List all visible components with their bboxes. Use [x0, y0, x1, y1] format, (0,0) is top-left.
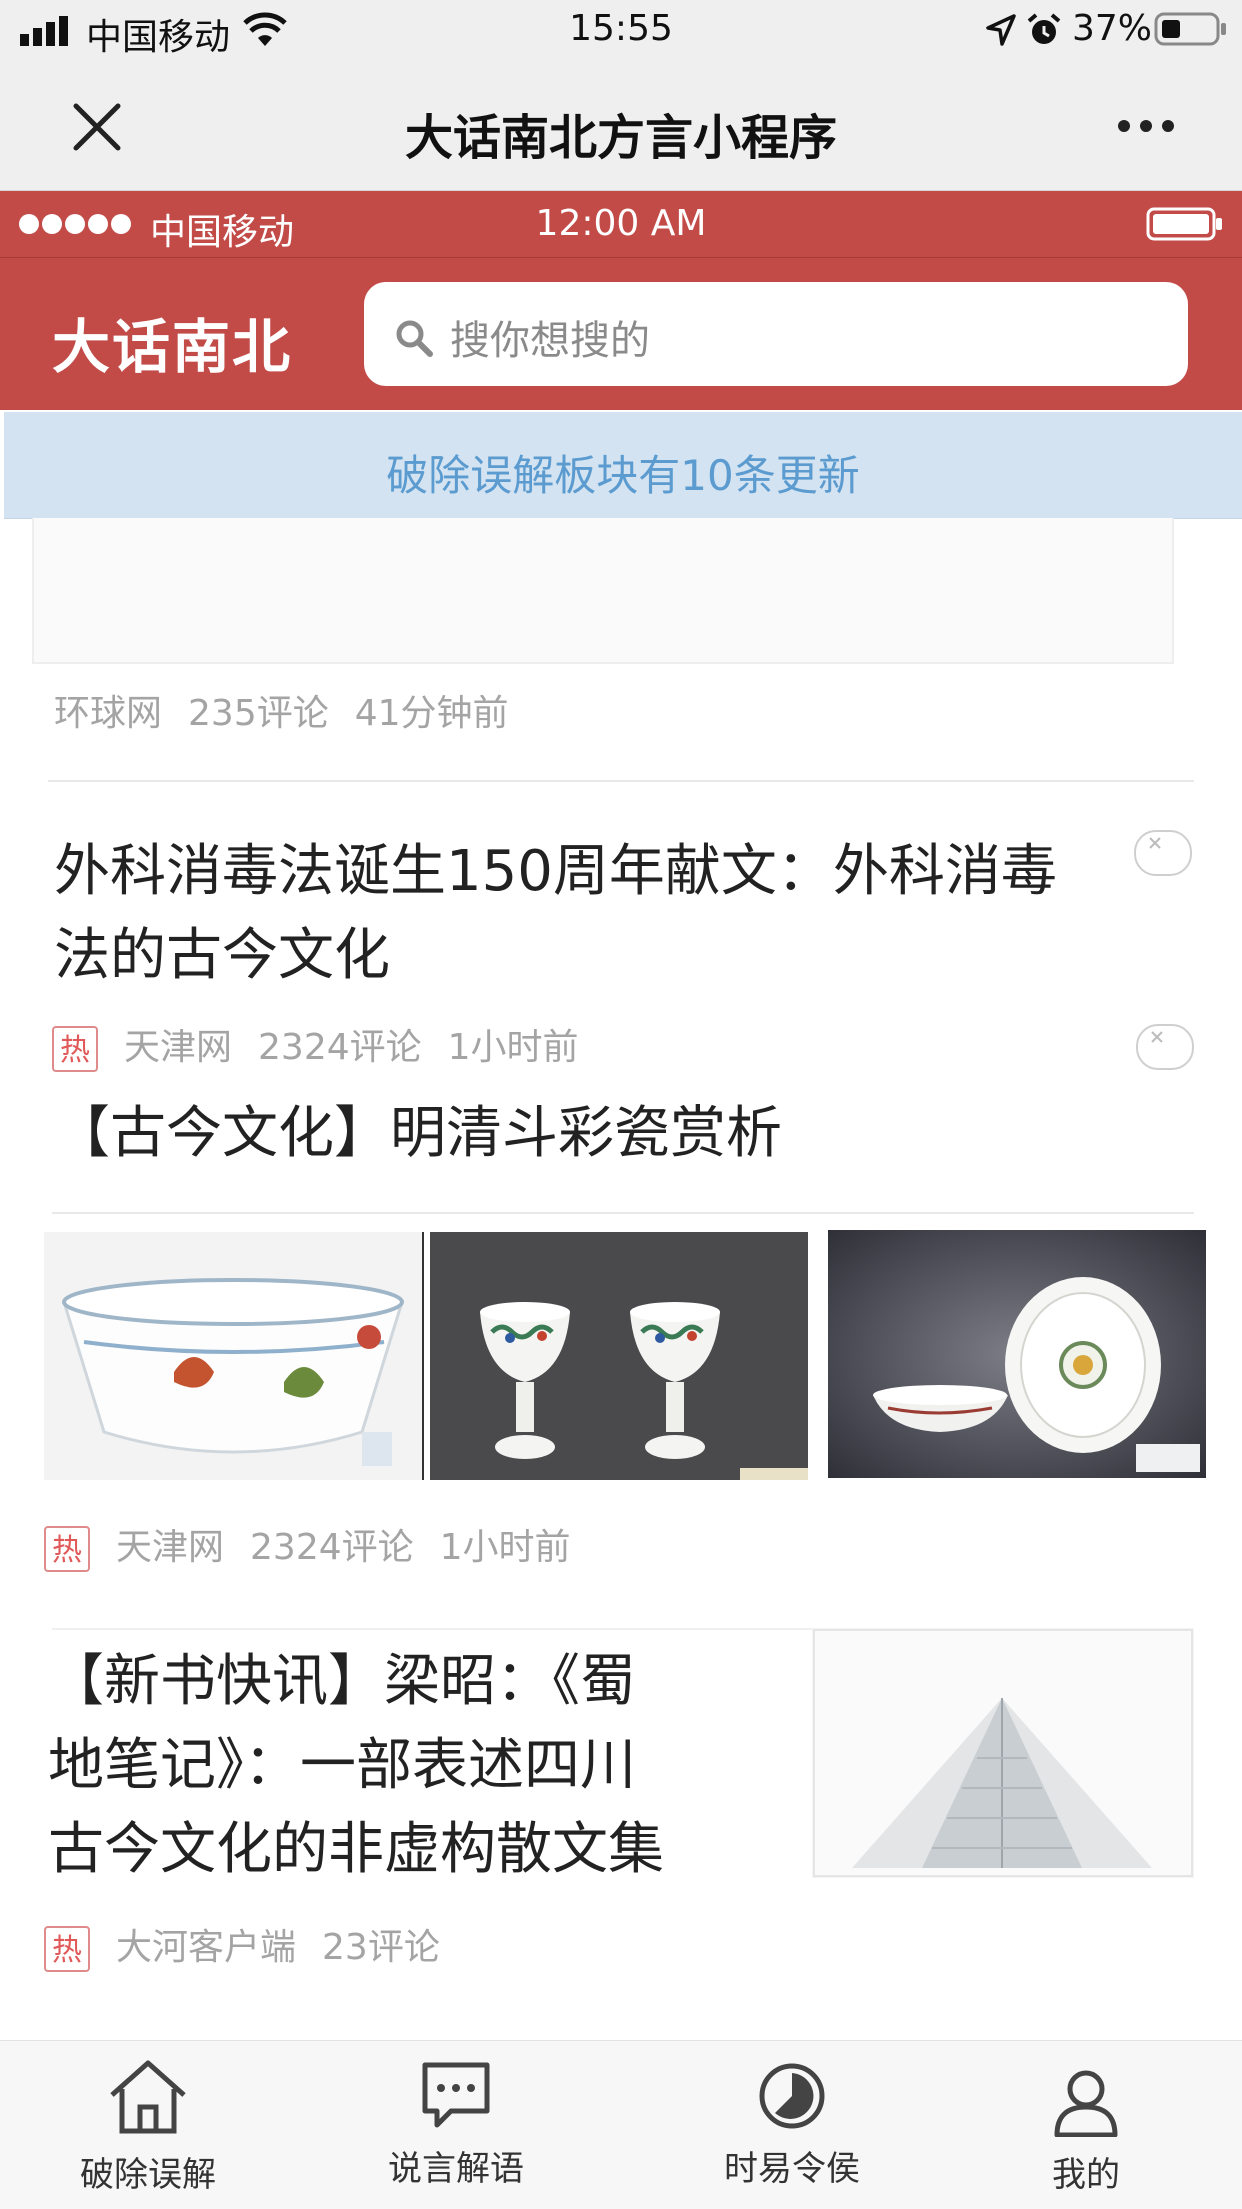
article-title-line: 【新书快讯】梁昭：《蜀 — [48, 1649, 636, 1714]
bottom-tab-bar: 破除误解 说言解语 时易令侯 我的 — [0, 2040, 1242, 2209]
article-title-line: 地笔记》：一部表述四川 — [48, 1733, 636, 1798]
porcelain-cup-image[interactable] — [44, 1232, 422, 1480]
divider — [52, 1628, 812, 1630]
search-icon — [396, 320, 433, 357]
home-icon — [110, 2060, 186, 2134]
system-status-bar: 中国移动 15:55 37% — [0, 0, 1242, 62]
article-comments: 2324评论 — [258, 1027, 422, 1068]
article-title[interactable]: 【古今文化】明清斗彩瓷赏析 — [54, 1092, 1204, 1176]
porcelain-stem-cups-image[interactable] — [430, 1232, 808, 1480]
location-arrow-icon — [986, 14, 1016, 46]
image-separator — [422, 1232, 424, 1480]
dismiss-article-button[interactable] — [1134, 830, 1192, 876]
battery-percent: 37% — [1072, 8, 1153, 49]
inner-status-bar: 中国移动 12:00 AM — [0, 191, 1242, 258]
search-input[interactable]: 搜你想搜的 — [364, 282, 1188, 386]
porcelain-bowls-image[interactable] — [828, 1230, 1206, 1478]
article-source: 环球网 — [54, 693, 163, 734]
article-comments: 2324评论 — [250, 1527, 414, 1568]
battery-icon — [1154, 12, 1226, 46]
user-icon — [1054, 2070, 1118, 2138]
clock-icon — [759, 2063, 825, 2129]
app-brand: 大话南北 — [52, 313, 293, 381]
tab-profile[interactable]: 我的 — [956, 2067, 1216, 2196]
tab-label: 说言解语 — [388, 2149, 524, 2189]
hot-badge: 热 — [44, 1926, 90, 1972]
inner-clock-time: 12:00 AM — [535, 203, 707, 244]
tab-home[interactable]: 破除误解 — [18, 2057, 278, 2196]
building-image[interactable] — [812, 1628, 1194, 1878]
article-source: 大河客户端 — [116, 1927, 297, 1968]
close-icon — [1149, 837, 1161, 849]
article-time: 1小时前 — [439, 1527, 571, 1568]
article-source: 天津网 — [124, 1027, 233, 1068]
article-meta: 热大河客户端 23评论 — [44, 1918, 466, 1972]
article-title-line: 法的古今文化 — [54, 923, 390, 988]
article-title-line: 外科消毒法诞生150周年献文：外科消毒 — [54, 839, 1057, 904]
article-image-placeholder[interactable] — [32, 518, 1174, 664]
article-comments: 23评论 — [322, 1927, 440, 1968]
article-meta: 热天津网 2324评论 1小时前 — [52, 1018, 605, 1072]
article-title-line: 古今文化的非虚构散文集 — [48, 1817, 664, 1882]
divider — [52, 1212, 1194, 1214]
tab-chat[interactable]: 说言解语 — [326, 2061, 586, 2190]
article-title[interactable]: 外科消毒法诞生150周年献文：外科消毒 法的古今文化 — [54, 830, 1204, 998]
tab-label: 我的 — [1052, 2155, 1120, 2195]
close-icon — [1151, 1031, 1163, 1043]
inner-battery-icon — [1146, 207, 1222, 241]
search-placeholder: 搜你想搜的 — [450, 318, 650, 364]
hot-badge: 热 — [44, 1526, 90, 1572]
article-comments: 235评论 — [188, 693, 329, 734]
hot-badge: 热 — [52, 1026, 98, 1072]
article-meta: 热天津网 2324评论 1小时前 — [44, 1518, 597, 1572]
article-meta: 环球网 235评论 41分钟前 — [54, 684, 535, 736]
article-title[interactable]: 【新书快讯】梁昭：《蜀 地笔记》：一部表述四川 古今文化的非虚构散文集 — [48, 1640, 808, 1892]
article-time: 41分钟前 — [354, 693, 509, 734]
divider — [48, 780, 1194, 782]
dismiss-article-button[interactable] — [1136, 1024, 1194, 1070]
chat-icon — [422, 2062, 490, 2128]
article-time: 1小时前 — [447, 1027, 579, 1068]
update-banner-text: 破除误解板块有10条更新 — [386, 451, 860, 500]
tab-label: 破除误解 — [80, 2155, 216, 2195]
more-menu-icon[interactable] — [1116, 118, 1176, 134]
tab-label: 时易令侯 — [724, 2149, 860, 2189]
tab-time[interactable]: 时易令侯 — [662, 2061, 922, 2190]
update-banner[interactable]: 破除误解板块有10条更新 — [4, 412, 1242, 519]
article-source: 天津网 — [116, 1527, 225, 1568]
page-title: 大话南北方言小程序 — [404, 110, 837, 166]
miniprogram-nav-bar: 大话南北方言小程序 — [0, 62, 1242, 191]
app-header: 大话南北 搜你想搜的 — [0, 258, 1242, 410]
alarm-icon — [1027, 13, 1061, 44]
